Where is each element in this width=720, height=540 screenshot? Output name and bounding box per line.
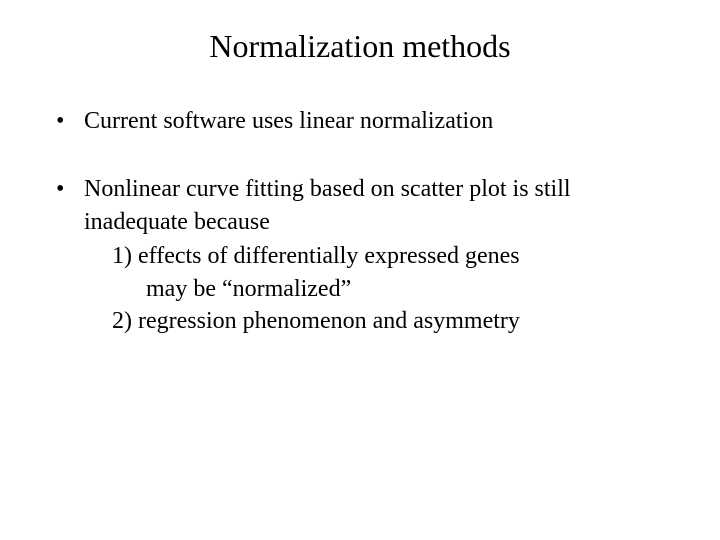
slide-title: Normalization methods (0, 28, 720, 65)
bullet-list: Current software uses linear normalizati… (0, 105, 720, 337)
bullet-item: Nonlinear curve fitting based on scatter… (56, 173, 672, 337)
bullet-text: Nonlinear curve fitting based on scatter… (84, 176, 571, 234)
sub-item: 1) effects of differentially expressed g… (112, 240, 672, 305)
bullet-text: Current software uses linear normalizati… (84, 108, 493, 134)
sub-list: 1) effects of differentially expressed g… (84, 240, 672, 337)
bullet-item: Current software uses linear normalizati… (56, 105, 672, 137)
sub-num: 1) (112, 243, 132, 269)
sub-text: effects of differentially expressed gene… (138, 243, 520, 269)
sub-text: regression phenomenon and asymmetry (138, 308, 520, 334)
sub-text-cont: may be “normalized” (112, 273, 672, 305)
slide-container: Normalization methods Current software u… (0, 0, 720, 540)
sub-item: 2) regression phenomenon and asymmetry (112, 305, 672, 337)
sub-num: 2) (112, 308, 132, 334)
